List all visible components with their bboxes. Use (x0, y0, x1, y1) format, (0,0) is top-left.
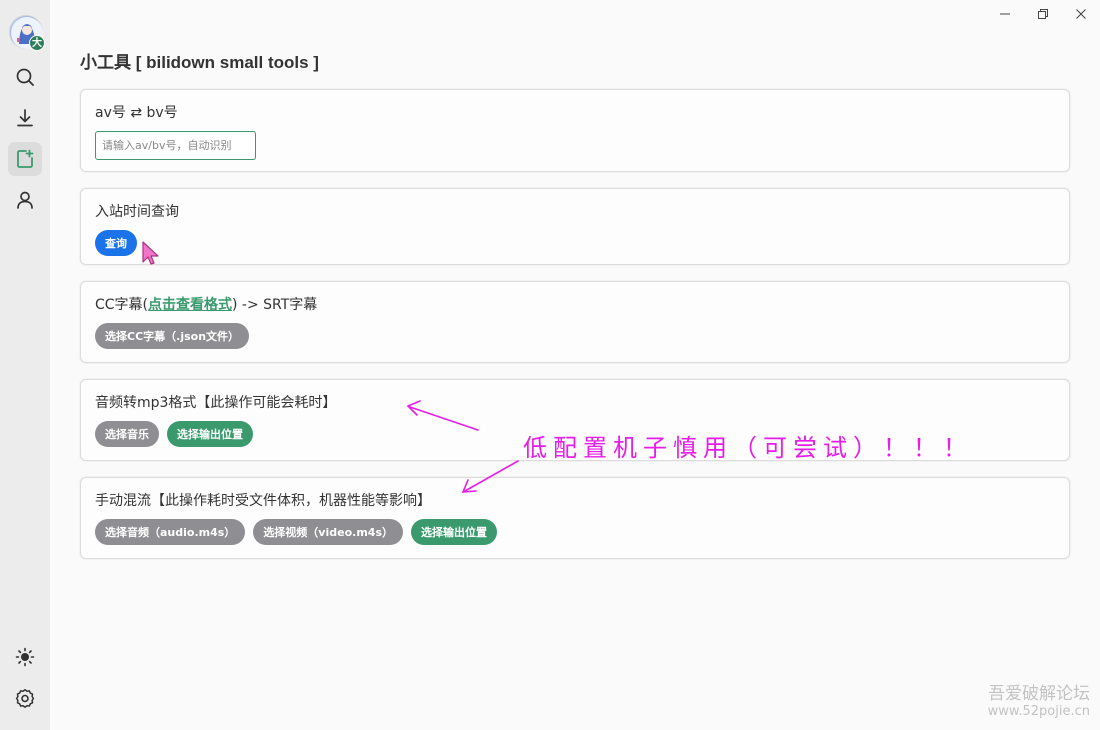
avatar-badge: 大 (29, 35, 45, 51)
sidebar: 大 (0, 0, 50, 730)
card-title-suffix: ) -> SRT字幕 (232, 297, 318, 313)
card-join-time: 入站时间查询 查询 (80, 188, 1070, 265)
card-cc-srt: CC字幕(点击查看格式) -> SRT字幕 选择CC字幕（.json文件） (80, 281, 1070, 363)
sidebar-item-user[interactable] (8, 183, 42, 217)
restore-icon (1038, 9, 1048, 19)
card-title: 入站时间查询 (95, 204, 179, 220)
download-icon (17, 109, 33, 127)
select-output-button[interactable]: 选择输出位置 (167, 421, 253, 447)
card-title: av号 ⇄ bv号 (95, 105, 178, 121)
minimize-icon (1000, 13, 1010, 15)
select-cc-button[interactable]: 选择CC字幕（.json文件） (95, 323, 250, 349)
tools-icon (17, 149, 34, 168)
select-music-button[interactable]: 选择音乐 (95, 421, 159, 447)
gear-icon (15, 689, 35, 708)
sun-icon (15, 647, 35, 667)
close-icon (1076, 9, 1086, 19)
mouse-cursor-icon (142, 241, 159, 265)
card-title: 手动混流【此操作耗时受文件体积，机器性能等影响】 (95, 493, 431, 509)
watermark-line1: 吾爱破解论坛 (988, 684, 1090, 704)
site-watermark: 吾爱破解论坛 www.52pojie.cn (988, 684, 1090, 720)
close-button[interactable] (1062, 0, 1100, 28)
sidebar-item-search[interactable] (8, 60, 42, 94)
main-content: 小工具 [ bilidown small tools ] av号 ⇄ bv号 入… (80, 48, 1070, 575)
user-icon (17, 191, 33, 209)
search-icon (16, 68, 34, 86)
card-title: 音频转mp3格式【此操作可能会耗时】 (95, 395, 337, 411)
user-avatar[interactable]: 大 (9, 15, 45, 51)
settings-button[interactable] (8, 681, 42, 715)
query-button[interactable]: 查询 (95, 230, 137, 256)
select-output-button[interactable]: 选择输出位置 (411, 519, 497, 545)
window-controls (986, 0, 1100, 28)
select-video-button[interactable]: 选择视频（video.m4s） (253, 519, 403, 545)
card-mux: 手动混流【此操作耗时受文件体积，机器性能等影响】 选择音频（audio.m4s）… (80, 477, 1070, 559)
button-row: 查询 (95, 230, 1055, 256)
card-av-bv: av号 ⇄ bv号 (80, 89, 1070, 172)
annotation-text: 低配置机子慎用（可尝试）！！！ (523, 434, 973, 462)
sidebar-item-tools[interactable] (8, 142, 42, 176)
maximize-button[interactable] (1024, 0, 1062, 28)
av-bv-input[interactable] (95, 131, 256, 160)
page-title: 小工具 [ bilidown small tools ] (80, 53, 319, 72)
button-row: 选择音频（audio.m4s） 选择视频（video.m4s） 选择输出位置 (95, 519, 1055, 545)
watermark-line2: www.52pojie.cn (987, 704, 1090, 719)
card-title: CC字幕(点击查看格式) -> SRT字幕 (95, 296, 1055, 314)
view-format-link[interactable]: 点击查看格式 (148, 297, 232, 313)
theme-toggle-button[interactable] (8, 640, 42, 674)
select-audio-button[interactable]: 选择音频（audio.m4s） (95, 519, 246, 545)
minimize-button[interactable] (986, 0, 1024, 28)
button-row: 选择CC字幕（.json文件） (95, 323, 1055, 349)
card-title-prefix: CC字幕( (95, 297, 149, 313)
sidebar-item-download[interactable] (8, 101, 42, 135)
